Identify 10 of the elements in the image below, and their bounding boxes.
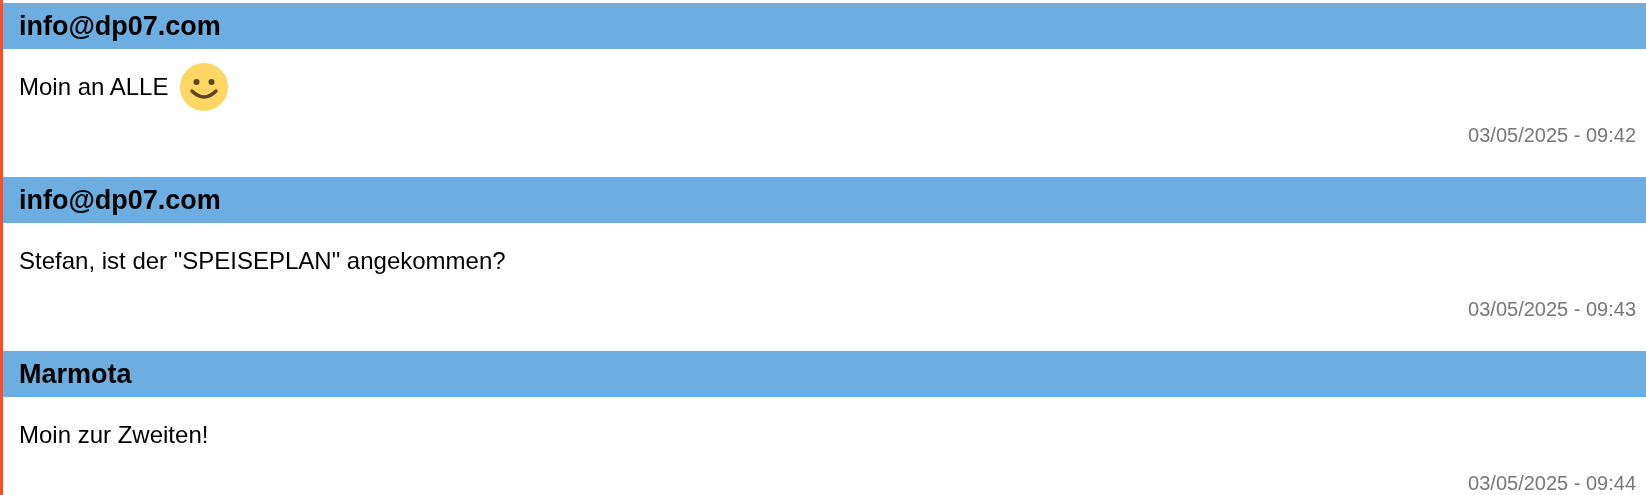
message-timestamp: 03/05/2025 - 09:42 [1468,123,1636,148]
author-name: info@dp07.com [19,9,221,43]
author-name: Marmota [19,357,132,391]
author-name: info@dp07.com [19,183,221,217]
message-text: Stefan, ist der "SPEISEPLAN" angekommen? [19,246,506,276]
message-timestamp: 03/05/2025 - 09:44 [1468,471,1636,495]
message-timestamp: 03/05/2025 - 09:43 [1468,297,1636,322]
message-text: Moin an ALLE [19,72,169,102]
message-text: Moin zur Zweiten! [19,420,209,450]
smiley-icon [180,63,229,111]
